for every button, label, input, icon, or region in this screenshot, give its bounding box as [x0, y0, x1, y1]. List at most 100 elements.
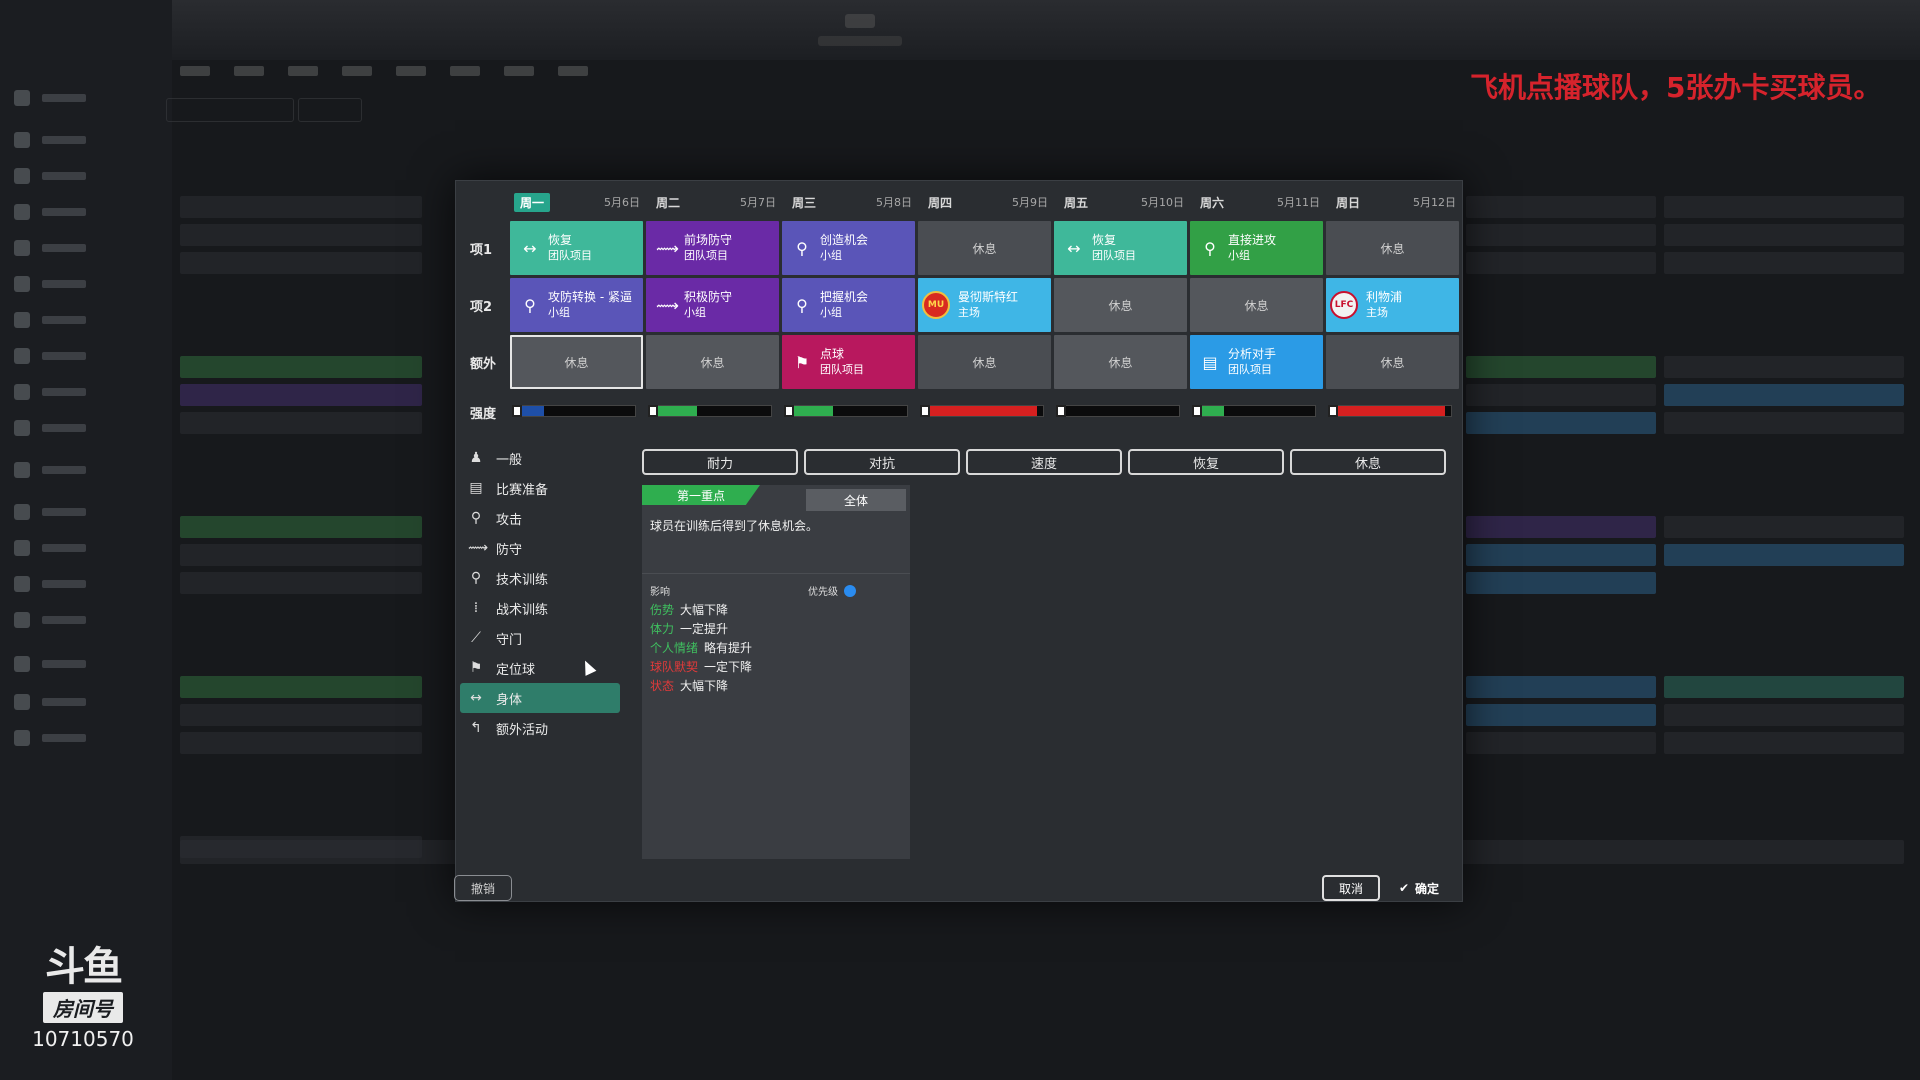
sidebar-item[interactable] — [14, 164, 154, 188]
sidebar-item[interactable] — [14, 652, 154, 676]
sidebar-item[interactable] — [14, 500, 154, 524]
bg-filter-buttons[interactable] — [298, 98, 362, 122]
rest-button[interactable]: 休息 — [1290, 449, 1446, 475]
session-title: 点球 — [820, 347, 845, 361]
session-cell[interactable]: ↔ 恢复 团队项目 — [1054, 221, 1187, 275]
effect-value: 大幅下降 — [680, 679, 729, 693]
session-cell-rest[interactable]: 休息 — [646, 335, 779, 389]
category-tactics[interactable]: ⁞ 战术训练 — [460, 593, 620, 623]
intensity-fill — [657, 406, 697, 416]
bg-row — [1466, 572, 1656, 594]
session-cell-rest-selected[interactable]: 休息 — [510, 335, 643, 389]
sidebar-item[interactable] — [14, 690, 154, 714]
session-cell[interactable]: ▤ 分析对手 团队项目 — [1190, 335, 1323, 389]
sidebar-item[interactable] — [14, 572, 154, 596]
primary-focus-tab[interactable]: 第一重点 — [642, 485, 760, 505]
sidebar-item[interactable] — [14, 726, 154, 750]
tab[interactable] — [558, 66, 588, 76]
session-cell-rest[interactable]: 休息 — [1326, 221, 1459, 275]
intensity-marker — [1056, 405, 1066, 417]
category-physical[interactable]: ↔ 身体 — [460, 683, 620, 713]
session-cell-rest[interactable]: 休息 — [918, 221, 1051, 275]
sidebar-item[interactable] — [14, 344, 154, 368]
match-cell[interactable]: MU 曼彻斯特红 主场 — [918, 278, 1051, 332]
category-technique[interactable]: ⚲ 技术训练 — [460, 563, 620, 593]
recovery-button[interactable]: 恢复 — [1128, 449, 1284, 475]
tab[interactable] — [504, 66, 534, 76]
sidebar-item[interactable] — [14, 86, 154, 110]
cancel-button[interactable]: 取消 — [1322, 875, 1380, 901]
session-cell[interactable]: ⚲ 创造机会 小组 — [782, 221, 915, 275]
bg-row — [1664, 196, 1904, 218]
bg-row — [1664, 384, 1904, 406]
speed-button[interactable]: 速度 — [966, 449, 1122, 475]
category-defend[interactable]: ⟿ 防守 — [460, 533, 620, 563]
session-cell-rest[interactable]: 休息 — [1054, 335, 1187, 389]
tab[interactable] — [288, 66, 318, 76]
category-set-pieces[interactable]: ⚑ 定位球 — [460, 653, 620, 683]
endurance-button[interactable]: 耐力 — [642, 449, 798, 475]
undo-button[interactable]: 撤销 — [454, 875, 512, 901]
intensity-bar — [1056, 405, 1180, 417]
bg-row — [1664, 732, 1904, 754]
session-type: 小组 — [548, 306, 570, 319]
sidebar-item[interactable] — [14, 608, 154, 632]
sidebar-item[interactable] — [14, 236, 154, 260]
session-cell-rest[interactable]: 休息 — [1190, 278, 1323, 332]
category-attack[interactable]: ⚲ 攻击 — [460, 503, 620, 533]
session-title: 创造机会 — [820, 233, 869, 247]
session-cell[interactable]: ⚲ 攻防转换 - 紧逼 小组 — [510, 278, 643, 332]
category-general[interactable]: ♟ 一般 — [460, 443, 620, 473]
session-cell-rest[interactable]: 休息 — [1054, 278, 1187, 332]
match-cell[interactable]: LFC 利物浦 主场 — [1326, 278, 1459, 332]
intensity-marker — [920, 405, 930, 417]
sidebar-item[interactable] — [14, 380, 154, 404]
sidebar-item[interactable] — [14, 200, 154, 224]
session-title: 休息 — [564, 355, 589, 370]
bg-row — [1466, 704, 1656, 726]
confirm-button[interactable]: ✔ 确定 — [1388, 875, 1450, 901]
recovery-icon: ↔ — [1067, 238, 1081, 258]
sidebar-item[interactable] — [14, 416, 154, 440]
session-cell[interactable]: ⚲ 直接进攻 小组 — [1190, 221, 1323, 275]
intensity-fill — [521, 406, 544, 416]
tab[interactable] — [396, 66, 426, 76]
session-detail-panel: 第一重点 全体 球员在训练后得到了休息机会。 影响 优先级 伤势 大幅下降 体力一… — [642, 485, 910, 859]
sidebar-item[interactable] — [14, 128, 154, 152]
category-match-prep[interactable]: ▤ 比赛准备 — [460, 473, 620, 503]
session-title: 恢复 — [1092, 233, 1117, 247]
session-cell[interactable]: ⟿ 前场防守 团队项目 — [646, 221, 779, 275]
day-date: 5月6日 — [604, 196, 640, 209]
session-cell[interactable]: ⚑ 点球 团队项目 — [782, 335, 915, 389]
session-cell[interactable]: ⟿ 积极防守 小组 — [646, 278, 779, 332]
session-cell-rest[interactable]: 休息 — [1326, 335, 1459, 389]
session-title: 直接进攻 — [1228, 233, 1277, 247]
transition-icon: ⚲ — [524, 295, 536, 315]
category-goalkeeping[interactable]: ⟋ 守门 — [460, 623, 620, 653]
day-date: 5月10日 — [1141, 196, 1184, 209]
nav-icon — [14, 656, 30, 672]
strength-button[interactable]: 对抗 — [804, 449, 960, 475]
tab[interactable] — [342, 66, 372, 76]
day-date: 5月8日 — [876, 196, 912, 209]
tab[interactable] — [180, 66, 210, 76]
sidebar-item[interactable] — [14, 458, 154, 482]
attack-icon: ⚲ — [796, 238, 808, 258]
tab[interactable] — [450, 66, 480, 76]
priority-toggle[interactable] — [844, 584, 856, 597]
sidebar-item[interactable] — [14, 308, 154, 332]
unit-selector[interactable]: 全体 — [806, 489, 906, 511]
sidebar-item[interactable] — [14, 536, 154, 560]
intensity-fill — [929, 406, 1038, 416]
session-cell-rest[interactable]: 休息 — [918, 335, 1051, 389]
tab[interactable] — [234, 66, 264, 76]
bg-row — [180, 384, 422, 406]
session-title: 休息 — [1108, 355, 1133, 370]
bg-search-input[interactable] — [166, 98, 294, 122]
nav-icon — [14, 240, 30, 256]
sidebar-item[interactable] — [14, 272, 154, 296]
session-cell[interactable]: ↔ 恢复 团队项目 — [510, 221, 643, 275]
category-extra[interactable]: ↰ 额外活动 — [460, 713, 620, 743]
session-cell[interactable]: ⚲ 把握机会 小组 — [782, 278, 915, 332]
intensity-bar — [920, 405, 1044, 417]
